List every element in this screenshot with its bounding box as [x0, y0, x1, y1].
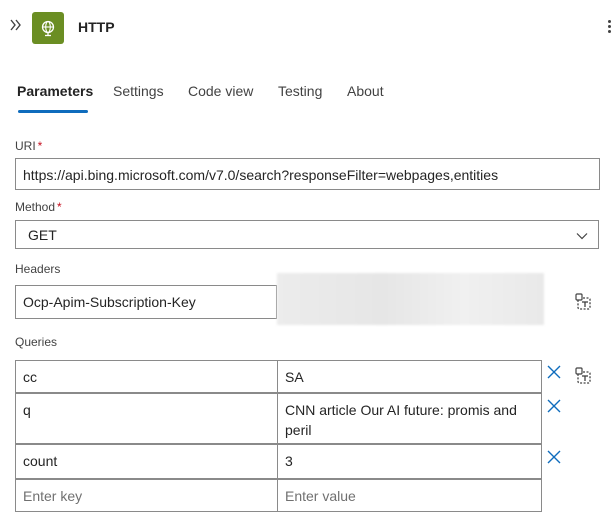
query-key-input[interactable]: cc	[15, 360, 278, 393]
action-title: HTTP	[78, 19, 115, 35]
uri-label: URI *	[15, 139, 43, 153]
tab-about[interactable]: About	[347, 80, 384, 112]
double-chevron-right-icon[interactable]	[8, 18, 24, 38]
tab-settings[interactable]: Settings	[113, 80, 164, 112]
query-value-input[interactable]: SA	[277, 360, 542, 393]
tab-list: Parameters Settings Code view Testing Ab…	[0, 80, 613, 114]
close-icon[interactable]	[546, 398, 562, 414]
method-label: Method *	[15, 200, 62, 214]
dynamic-content-icon[interactable]	[574, 292, 594, 312]
panel-header: HTTP	[0, 0, 613, 58]
query-key-input[interactable]: q	[15, 393, 278, 444]
query-value-input[interactable]: 3	[277, 444, 542, 479]
query-value-input[interactable]: CNN article Our AI future: promis and pe…	[277, 393, 542, 444]
tab-code-view[interactable]: Code view	[188, 80, 253, 112]
uri-input[interactable]: https://api.bing.microsoft.com/v7.0/sear…	[15, 158, 600, 190]
new-query-key-input[interactable]: Enter key	[15, 479, 278, 512]
more-vertical-icon[interactable]	[606, 18, 613, 38]
method-selected-value: GET	[28, 227, 57, 243]
close-icon[interactable]	[546, 364, 562, 380]
globe-icon	[32, 12, 64, 44]
query-key-input[interactable]: count	[15, 444, 278, 479]
tab-parameters[interactable]: Parameters	[17, 80, 93, 112]
active-tab-indicator	[18, 110, 88, 113]
headers-label: Headers	[15, 262, 61, 276]
chevron-down-icon	[576, 233, 588, 240]
dynamic-content-icon[interactable]	[574, 366, 594, 386]
new-query-value-input[interactable]: Enter value	[277, 479, 542, 512]
tab-testing[interactable]: Testing	[278, 80, 322, 112]
header-key-input[interactable]: Ocp-Apim-Subscription-Key	[15, 285, 277, 319]
http-action-panel: HTTP Parameters Settings Code view Testi…	[0, 0, 613, 530]
close-icon[interactable]	[546, 449, 562, 465]
method-dropdown[interactable]: GET	[15, 220, 599, 249]
header-value-redacted	[277, 273, 544, 325]
queries-label: Queries	[15, 335, 58, 349]
